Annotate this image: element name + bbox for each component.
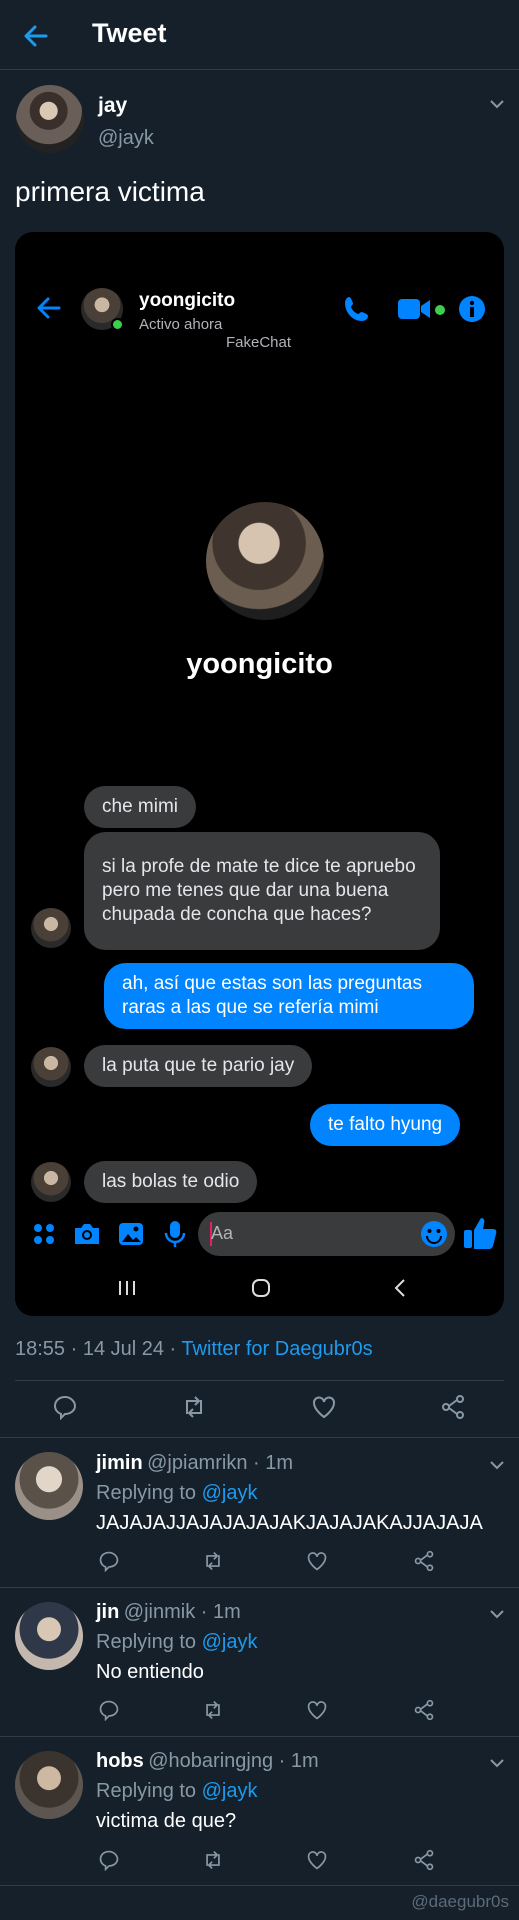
- reply-author-handle[interactable]: @jpiamrikn · 1m: [147, 1452, 293, 1474]
- microphone-icon: [160, 1219, 190, 1249]
- info-icon: [458, 295, 486, 323]
- divider: [0, 1437, 519, 1438]
- top-bar: Tweet: [0, 0, 519, 70]
- online-indicator: [111, 318, 124, 331]
- reply-author-name[interactable]: hobs: [96, 1750, 144, 1772]
- reply-icon[interactable]: [98, 1699, 120, 1721]
- author-handle[interactable]: @jayk: [98, 127, 154, 150]
- author-avatar[interactable]: [16, 85, 84, 153]
- apps-grid-icon: [29, 1219, 59, 1249]
- tweet-timestamp: 18:55 · 14 Jul 24 ·: [15, 1338, 182, 1360]
- contact-name: yoongicito: [139, 290, 236, 311]
- retweet-icon[interactable]: [181, 1394, 207, 1420]
- like-icon[interactable]: [306, 1699, 328, 1721]
- reply-avatar[interactable]: [15, 1751, 83, 1819]
- share-icon[interactable]: [413, 1699, 435, 1721]
- reply-author-name[interactable]: jimin: [96, 1452, 143, 1474]
- chevron-down-icon[interactable]: [489, 96, 505, 112]
- replying-to-link[interactable]: @jayk: [202, 1780, 258, 1802]
- back-arrow-icon: [35, 294, 63, 322]
- reply-text: JAJAJAJJAJAJAJAJAKJAJAJAKAJJAJAJA: [96, 1512, 483, 1534]
- nav-back-icon: [389, 1276, 413, 1300]
- divider: [0, 1885, 519, 1886]
- chevron-down-icon[interactable]: [489, 1606, 505, 1622]
- chevron-down-icon[interactable]: [489, 1457, 505, 1473]
- contact-status: Activo ahora: [139, 316, 223, 333]
- replying-to-link[interactable]: @jayk: [202, 1482, 258, 1504]
- reply-icon[interactable]: [98, 1550, 120, 1572]
- replying-label: Replying to: [96, 1482, 197, 1504]
- message-received: si la profe de mate te dice te apruebo p…: [84, 832, 440, 950]
- share-icon[interactable]: [413, 1550, 435, 1572]
- divider: [0, 1587, 519, 1588]
- tweet-meta: 18:55 · 14 Jul 24 · Twitter for Daegubr0…: [15, 1338, 373, 1361]
- message-received: las bolas te odio: [84, 1161, 258, 1203]
- page-title: Tweet: [92, 18, 167, 48]
- share-icon[interactable]: [440, 1394, 466, 1420]
- profile-avatar: [206, 502, 324, 620]
- emoji-icon: [419, 1219, 449, 1249]
- home-icon: [249, 1276, 273, 1300]
- reply-icon[interactable]: [52, 1394, 78, 1420]
- author-name[interactable]: jay: [98, 94, 127, 118]
- video-call-icon: [397, 296, 431, 322]
- recent-apps-icon: [115, 1276, 139, 1300]
- message-input: [198, 1212, 455, 1256]
- share-icon[interactable]: [413, 1849, 435, 1871]
- divider: [15, 1380, 504, 1381]
- reply-icon[interactable]: [98, 1849, 120, 1871]
- reply-header: jin @jinmik · 1m: [96, 1601, 241, 1624]
- phone-icon: [342, 294, 372, 324]
- reply-author-name[interactable]: jin: [96, 1601, 119, 1623]
- like-icon[interactable]: [311, 1394, 337, 1420]
- thumbs-up-icon: [462, 1215, 498, 1251]
- reply-header: jimin @jpiamrikn · 1m: [96, 1452, 293, 1475]
- tweet-text: primera victima: [15, 176, 205, 207]
- replying-label: Replying to: [96, 1631, 197, 1653]
- like-icon[interactable]: [306, 1550, 328, 1572]
- replying-to: Replying to @jayk: [96, 1780, 258, 1803]
- message-sent: te falto hyung: [310, 1104, 461, 1146]
- retweet-icon[interactable]: [202, 1550, 224, 1572]
- message-avatar: [31, 1047, 71, 1087]
- back-arrow-icon[interactable]: [22, 22, 50, 50]
- fakechat-watermark: FakeChat: [226, 334, 292, 351]
- reply-author-handle[interactable]: @jinmik · 1m: [124, 1601, 241, 1623]
- tweet-source-link[interactable]: Twitter for Daegubr0s: [181, 1338, 372, 1360]
- replying-to: Replying to @jayk: [96, 1482, 258, 1505]
- message-avatar: [31, 1162, 71, 1202]
- divider: [0, 1736, 519, 1737]
- profile-name: yoongicito: [186, 648, 333, 680]
- retweet-icon[interactable]: [202, 1699, 224, 1721]
- footer-watermark: @daegubr0s: [411, 1892, 509, 1911]
- reply-avatar[interactable]: [15, 1452, 83, 1520]
- gallery-icon: [116, 1219, 146, 1249]
- retweet-icon[interactable]: [202, 1849, 224, 1871]
- message-sent: ah, así que estas son las preguntas rara…: [104, 963, 474, 1029]
- reply-author-handle[interactable]: @hobaringjng · 1m: [148, 1750, 318, 1772]
- replying-to-link[interactable]: @jayk: [202, 1631, 258, 1653]
- messenger-screenshot: yoongicito Activo ahora FakeChat yoongic…: [15, 232, 504, 1316]
- reply-header: hobs @hobaringjng · 1m: [96, 1750, 319, 1773]
- chevron-down-icon[interactable]: [489, 1755, 505, 1771]
- reply-avatar[interactable]: [15, 1602, 83, 1670]
- message-received: la puta que te pario jay: [84, 1045, 313, 1087]
- message-input-placeholder: Aa: [211, 1223, 234, 1243]
- reply-text: victima de que?: [96, 1810, 237, 1832]
- like-icon[interactable]: [306, 1849, 328, 1871]
- message-avatar: [31, 908, 71, 948]
- replying-label: Replying to: [96, 1780, 197, 1802]
- video-active-dot: [435, 305, 445, 315]
- replying-to: Replying to @jayk: [96, 1631, 258, 1654]
- camera-icon: [72, 1219, 102, 1249]
- message-received: che mimi: [84, 786, 197, 828]
- reply-text: No entiendo: [96, 1661, 204, 1683]
